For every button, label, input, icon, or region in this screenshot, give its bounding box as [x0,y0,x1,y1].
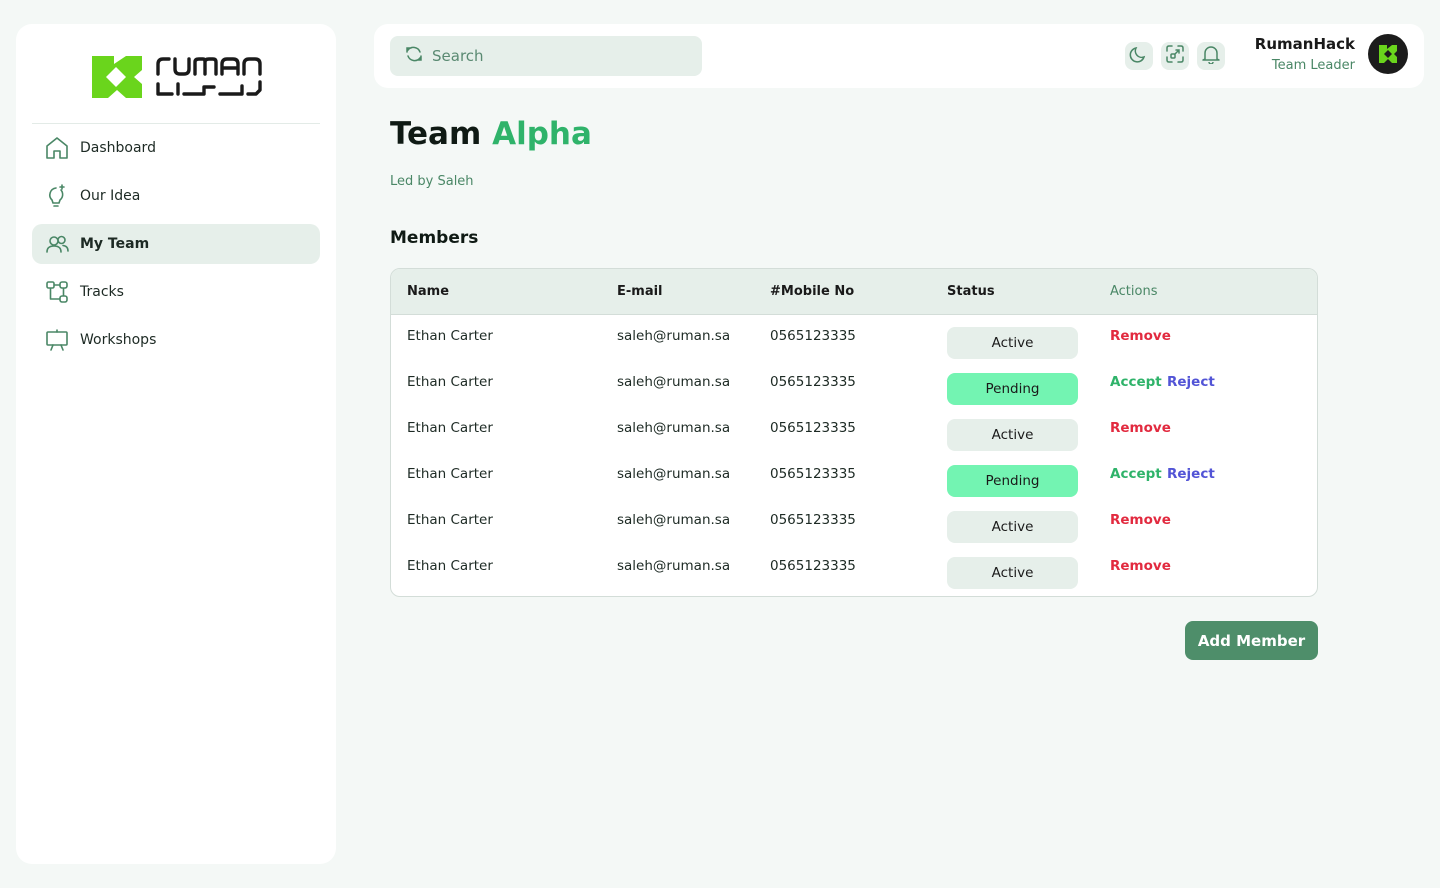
header-actions: Actions [1110,284,1158,299]
table-row: Ethan Carter saleh@ruman.sa 0565123335 A… [391,545,1317,591]
member-email: saleh@ruman.sa [617,374,731,390]
header-status: Status [947,284,995,299]
member-email: saleh@ruman.sa [617,328,731,344]
member-mobile: 0565123335 [770,328,856,344]
route-icon [44,279,70,305]
status-badge: Pending [947,373,1078,405]
member-mobile: 0565123335 [770,558,856,574]
header-mobile: #Mobile No [770,284,855,299]
user-name: RumanHack [1254,35,1355,53]
add-member-button[interactable]: Add Member [1185,621,1318,660]
status-badge: Active [947,557,1078,589]
scan-button[interactable] [1161,42,1189,70]
status-badge: Pending [947,465,1078,497]
table-row: Ethan Carter saleh@ruman.sa 0565123335 A… [391,499,1317,545]
remove-button[interactable]: Remove [1110,558,1171,574]
notifications-button[interactable] [1197,42,1225,70]
avatar[interactable] [1368,34,1408,74]
lightbulb-icon [44,183,70,209]
sidebar-item-label: Our Idea [80,188,141,204]
title-prefix: Team [390,116,482,152]
sidebar-item-workshops[interactable]: Workshops [32,320,320,360]
page-subtitle: Led by Saleh [390,174,474,189]
sidebar-item-label: My Team [80,236,150,252]
sidebar-item-tracks[interactable]: Tracks [32,272,320,312]
reject-button[interactable]: Reject [1167,466,1215,482]
sidebar-item-dashboard[interactable]: Dashboard [32,128,320,168]
scan-icon [1165,44,1185,68]
member-name: Ethan Carter [407,374,493,390]
search-input[interactable] [432,47,682,65]
member-mobile: 0565123335 [770,374,856,390]
table-row: Ethan Carter saleh@ruman.sa 0565123335 P… [391,453,1317,499]
remove-button[interactable]: Remove [1110,328,1171,344]
sidebar-item-our-idea[interactable]: Our Idea [32,176,320,216]
member-mobile: 0565123335 [770,512,856,528]
members-table: Name E-mail #Mobile No Status Actions Et… [390,268,1318,597]
members-section-title: Members [390,228,479,248]
header-email: E-mail [617,284,663,299]
search-icon [404,44,424,68]
member-email: saleh@ruman.sa [617,558,731,574]
sidebar-item-my-team[interactable]: My Team [32,224,320,264]
user-role: Team Leader [1271,58,1355,73]
status-badge: Active [947,511,1078,543]
title-accent: Alpha [492,116,592,152]
accept-button[interactable]: Accept [1110,466,1162,482]
home-icon [44,135,70,161]
member-email: saleh@ruman.sa [617,466,731,482]
sidebar-item-label: Workshops [80,332,157,348]
member-name: Ethan Carter [407,328,493,344]
member-name: Ethan Carter [407,420,493,436]
table-row: Ethan Carter saleh@ruman.sa 0565123335 P… [391,361,1317,407]
member-email: saleh@ruman.sa [617,512,731,528]
users-icon [44,231,70,257]
page-title: Team Alpha [390,116,592,152]
sidebar: Dashboard Our Idea My Team Tracks Worksh… [16,24,336,864]
member-name: Ethan Carter [407,512,493,528]
header-name: Name [407,284,450,299]
top-bar: RumanHack Team Leader [374,24,1424,88]
ruman-mark-icon [1379,45,1397,63]
search-box[interactable] [390,36,702,76]
remove-button[interactable]: Remove [1110,420,1171,436]
moon-icon [1129,44,1149,68]
table-row: Ethan Carter saleh@ruman.sa 0565123335 A… [391,315,1317,361]
presentation-icon [44,327,70,353]
member-name: Ethan Carter [407,558,493,574]
sidebar-item-label: Tracks [80,284,124,300]
remove-button[interactable]: Remove [1110,512,1171,528]
accept-button[interactable]: Accept [1110,374,1162,390]
theme-toggle-button[interactable] [1125,42,1153,70]
sidebar-divider [32,123,320,124]
status-badge: Active [947,327,1078,359]
reject-button[interactable]: Reject [1167,374,1215,390]
member-mobile: 0565123335 [770,466,856,482]
sidebar-nav: Dashboard Our Idea My Team Tracks Worksh… [32,128,320,368]
ruman-logo[interactable] [92,54,264,100]
table-row: Ethan Carter saleh@ruman.sa 0565123335 A… [391,407,1317,453]
status-badge: Active [947,419,1078,451]
table-header: Name E-mail #Mobile No Status Actions [391,269,1317,315]
bell-icon [1201,44,1221,68]
member-name: Ethan Carter [407,466,493,482]
member-mobile: 0565123335 [770,420,856,436]
member-email: saleh@ruman.sa [617,420,731,436]
sidebar-item-label: Dashboard [80,140,156,156]
